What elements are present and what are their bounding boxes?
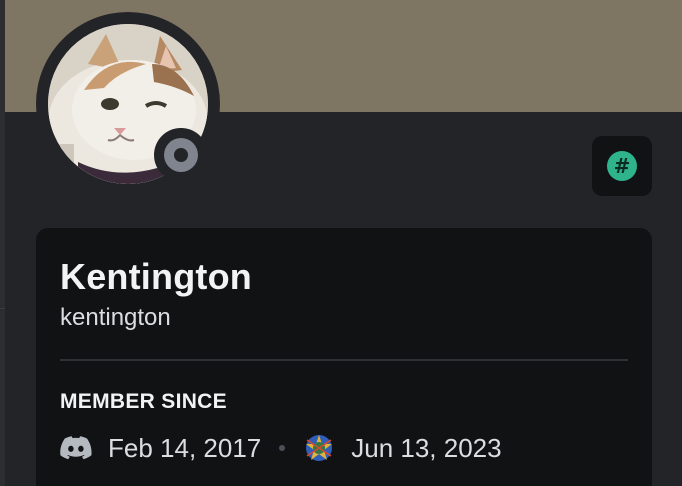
profile-badge-button[interactable]: # bbox=[592, 136, 652, 196]
offline-status-icon bbox=[164, 138, 198, 172]
username[interactable]: kentington bbox=[60, 304, 171, 332]
separator-dot bbox=[279, 445, 286, 451]
server-member-since-date: Jun 13, 2023 bbox=[351, 432, 502, 463]
member-since-heading: MEMBER SINCE bbox=[60, 390, 227, 413]
profile-info-card: Kentington kentington MEMBER SINCE Feb 1… bbox=[36, 228, 652, 486]
discord-icon[interactable] bbox=[60, 436, 92, 460]
server-icon[interactable] bbox=[303, 432, 335, 464]
status-indicator bbox=[154, 128, 208, 182]
left-edge-divider bbox=[0, 308, 5, 309]
display-name[interactable]: Kentington bbox=[60, 256, 252, 298]
hashtag-icon: # bbox=[607, 151, 637, 181]
discord-member-since-date: Feb 14, 2017 bbox=[108, 432, 262, 463]
user-profile-popout: # Kentington kentington MEMBER SINCE Feb… bbox=[0, 0, 682, 486]
divider bbox=[60, 359, 628, 361]
member-since-row: Feb 14, 2017 Jun 13, 2023 bbox=[60, 428, 502, 468]
